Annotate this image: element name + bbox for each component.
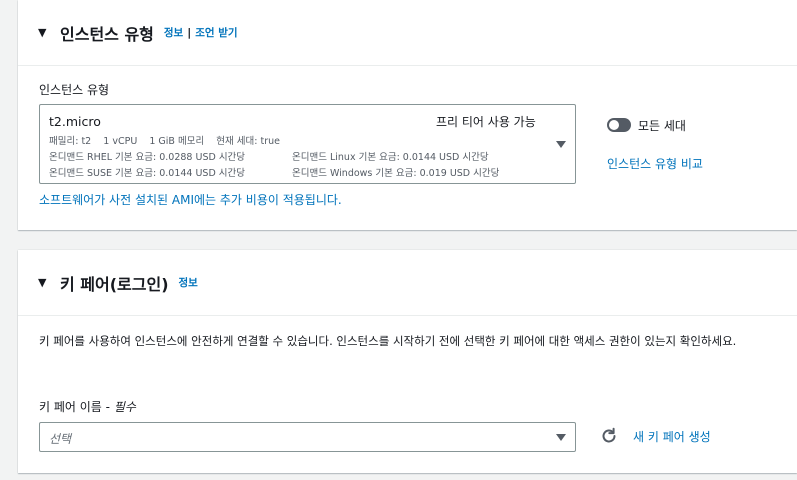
all-generations-label: 모든 세대	[638, 119, 686, 133]
refresh-icon[interactable]	[600, 427, 618, 445]
caret-down-icon[interactable]: ▼	[38, 276, 50, 289]
instance-type-name: t2.micro	[49, 114, 101, 129]
toggle-knob	[609, 120, 619, 130]
caret-down-icon[interactable]: ▼	[38, 26, 50, 39]
required-label: 필수	[113, 400, 136, 414]
all-generations-toggle[interactable]	[607, 118, 631, 132]
instance-type-title: 인스턴스 유형	[60, 24, 154, 44]
chevron-down-icon[interactable]	[556, 141, 566, 148]
key-pair-panel: ▼ 키 페어(로그인) 정보 키 페어를 사용하여 인스턴스에 안전하게 연결할…	[18, 250, 797, 473]
key-pair-description: 키 페어를 사용하여 인스턴스에 안전하게 연결할 수 있습니다. 인스턴스를 …	[39, 334, 737, 348]
instance-type-select[interactable]: t2.micro 프리 티어 사용 가능 패밀리: t2 1 vCPU 1 Gi…	[39, 104, 576, 184]
instance-meta-linux: 온디맨드 Linux 기본 요금: 0.0144 USD 시간당	[292, 152, 489, 163]
instance-meta-suse: 온디맨드 SUSE 기본 요금: 0.0144 USD 시간당	[49, 168, 246, 179]
instance-type-panel: ▼ 인스턴스 유형 정보 | 조언 받기 인스턴스 유형 t2.micro 프리…	[18, 0, 797, 230]
key-pair-info-link[interactable]: 정보	[179, 275, 198, 290]
key-pair-select[interactable]: 선택	[39, 422, 576, 452]
key-pair-header: ▼ 키 페어(로그인) 정보	[18, 250, 797, 316]
instance-type-header: ▼ 인스턴스 유형 정보 | 조언 받기	[18, 0, 797, 66]
instance-meta-line1: 패밀리: t2 1 vCPU 1 GiB 메모리 현재 세대: true	[49, 136, 280, 147]
compare-instance-types-link[interactable]: 인스턴스 유형 비교	[607, 155, 703, 172]
chevron-down-icon[interactable]	[556, 434, 566, 441]
key-pair-field-label: 키 페어 이름 - 필수	[39, 398, 136, 415]
key-pair-placeholder: 선택	[49, 432, 72, 446]
instance-type-field-label: 인스턴스 유형	[39, 83, 110, 97]
create-key-pair-link[interactable]: 새 키 페어 생성	[633, 428, 711, 445]
header-separator: |	[187, 26, 192, 39]
key-pair-name-label: 키 페어 이름 -	[39, 400, 110, 414]
key-pair-title: 키 페어(로그인)	[60, 274, 169, 294]
instance-meta-rhel: 온디맨드 RHEL 기본 요금: 0.0288 USD 시간당	[49, 152, 246, 163]
instance-meta-windows: 온디맨드 Windows 기본 요금: 0.019 USD 시간당	[292, 168, 500, 179]
instance-type-info-link[interactable]: 정보	[164, 25, 183, 40]
ami-cost-note-link[interactable]: 소프트웨어가 사전 설치된 AMI에는 추가 비용이 적용됩니다.	[39, 191, 342, 208]
advice-link[interactable]: 조언 받기	[195, 25, 237, 40]
free-tier-badge: 프리 티어 사용 가능	[436, 115, 536, 129]
